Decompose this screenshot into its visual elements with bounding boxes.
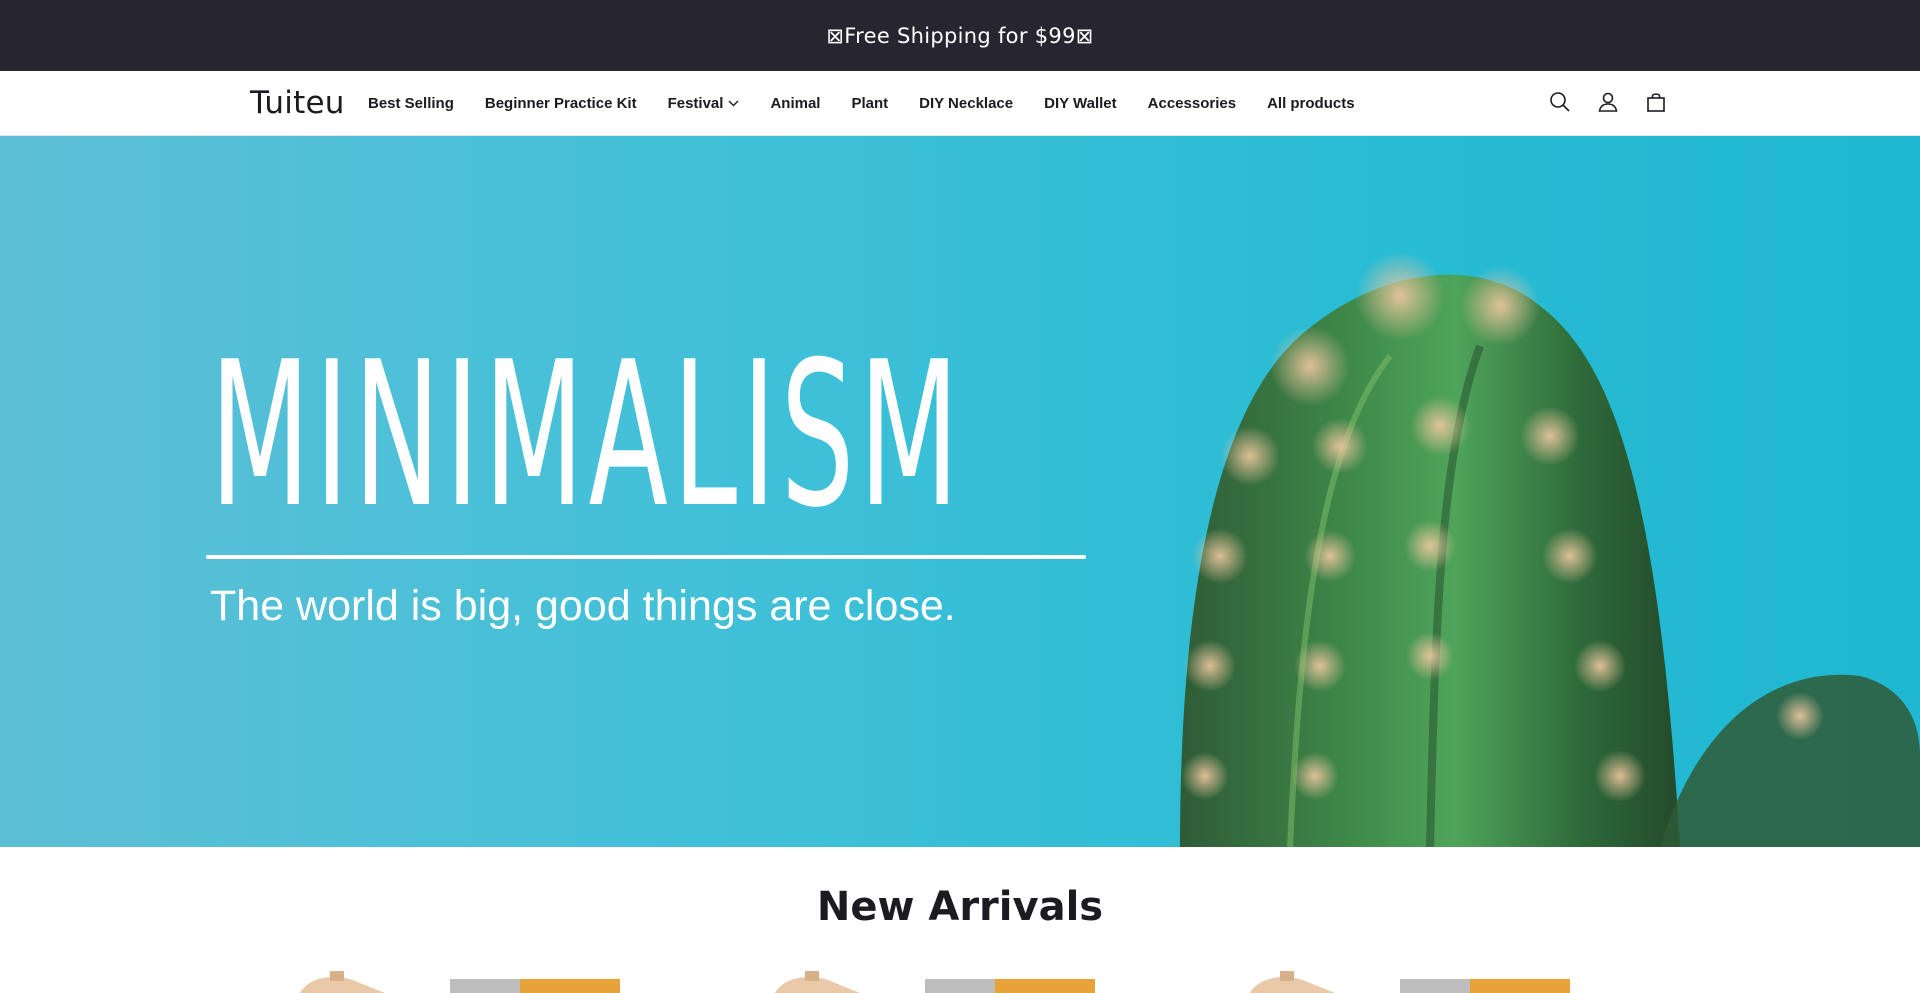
header-icons — [1547, 89, 1669, 115]
product-image[interactable] — [1240, 965, 1580, 993]
nav-label: Beginner Practice Kit — [484, 95, 637, 112]
hero-subtitle: The world is big, good things are close. — [210, 582, 956, 630]
nav-item-accessories[interactable]: Accessories — [1148, 95, 1236, 112]
search-icon[interactable] — [1547, 89, 1573, 115]
product-image[interactable] — [765, 965, 1105, 993]
hero-title: MINIMALISM — [210, 319, 964, 552]
account-icon[interactable] — [1595, 89, 1621, 115]
nav-item-diy-necklace[interactable]: DIY Necklace — [919, 95, 1013, 112]
new-arrivals-heading: New Arrivals — [816, 884, 1104, 930]
announcement-bar: ⊠Free Shipping for $99⊠ — [0, 0, 1920, 71]
nav-label: Plant — [851, 95, 889, 112]
main-nav: Best Selling Beginner Practice Kit Festi… — [368, 71, 1386, 136]
nav-label: Accessories — [1147, 95, 1237, 112]
nav-label: Best Selling — [368, 95, 454, 112]
cactus-image — [1180, 251, 1920, 847]
cart-icon[interactable] — [1643, 89, 1669, 115]
hero-underline — [206, 555, 1086, 559]
nav-item-beginner-practice-kit[interactable]: Beginner Practice Kit — [485, 95, 637, 112]
hero-banner[interactable]: MINIMALISM The world is big, good things… — [0, 136, 1920, 847]
nav-label: DIY Necklace — [919, 95, 1014, 112]
product-grid — [0, 965, 1920, 993]
nav-label: Animal — [770, 95, 821, 112]
announcement-text: ⊠Free Shipping for $99⊠ — [826, 23, 1094, 48]
site-header: Tuiteu Best Selling Beginner Practice Ki… — [0, 71, 1920, 136]
nav-item-best-selling[interactable]: Best Selling — [368, 95, 454, 112]
nav-item-festival[interactable]: Festival — [668, 95, 740, 112]
site-logo[interactable]: Tuiteu — [250, 85, 345, 121]
nav-label: All products — [1267, 95, 1355, 112]
product-image[interactable] — [290, 965, 630, 993]
chevron-down-icon — [728, 100, 739, 107]
nav-label: DIY Wallet — [1044, 95, 1117, 112]
nav-item-plant[interactable]: Plant — [851, 95, 888, 112]
nav-item-diy-wallet[interactable]: DIY Wallet — [1044, 95, 1117, 112]
nav-item-all-products[interactable]: All products — [1267, 95, 1355, 112]
nav-label: Festival — [667, 95, 724, 112]
nav-item-animal[interactable]: Animal — [770, 95, 820, 112]
